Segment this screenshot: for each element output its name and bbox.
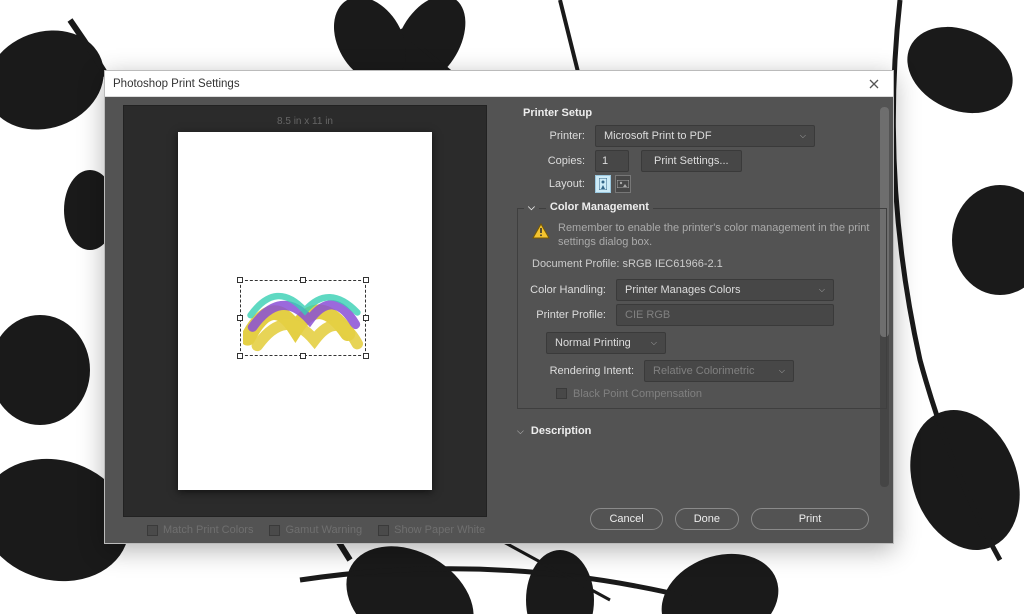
button-label: Print Settings... <box>654 155 729 167</box>
document-profile-label: Document Profile: <box>532 258 619 270</box>
preview-column: 8.5 in x 11 in <box>105 97 497 543</box>
layout-portrait-button[interactable] <box>595 175 611 193</box>
resize-handle[interactable] <box>300 353 306 359</box>
button-label: Print <box>799 513 822 525</box>
description-heading: Description <box>531 425 592 437</box>
checkbox-icon <box>556 388 567 399</box>
printer-setup-section: Printer Setup Printer: Microsoft Print t… <box>497 105 893 204</box>
collapse-icon[interactable]: ⌵ <box>517 426 524 437</box>
select-value: Microsoft Print to PDF <box>604 130 712 142</box>
select-value: CIE RGB <box>625 309 670 321</box>
collapse-icon[interactable]: ⌵ <box>524 202 539 213</box>
copies-label: Copies: <box>497 155 595 167</box>
color-management-heading: Color Management <box>546 201 653 213</box>
resize-handle[interactable] <box>363 353 369 359</box>
copies-input[interactable]: 1 <box>595 150 629 172</box>
printer-label: Printer: <box>497 130 595 142</box>
resize-handle[interactable] <box>237 277 243 283</box>
dialog-title: Photoshop Print Settings <box>113 78 863 90</box>
resize-handle[interactable] <box>237 353 243 359</box>
close-icon[interactable] <box>863 75 885 93</box>
layout-landscape-button[interactable] <box>615 175 631 193</box>
resize-handle[interactable] <box>237 315 243 321</box>
color-handling-label: Color Handling: <box>524 284 616 296</box>
rendering-intent-select: Relative Colorimetric ⌵ <box>644 360 794 382</box>
checkbox-label: Show Paper White <box>394 524 485 536</box>
description-section: ⌵ Description <box>497 425 893 437</box>
settings-column: Printer Setup Printer: Microsoft Print t… <box>497 97 893 543</box>
input-value: 1 <box>602 155 608 167</box>
show-paper-white-checkbox: Show Paper White <box>378 524 485 536</box>
checkbox-icon <box>378 525 389 536</box>
select-value: Normal Printing <box>555 337 631 349</box>
black-point-compensation-checkbox: Black Point Compensation <box>518 388 886 400</box>
layout-label: Layout: <box>497 178 595 190</box>
chevron-down-icon: ⌵ <box>651 338 657 348</box>
artwork-image <box>243 283 363 353</box>
button-label: Cancel <box>609 513 643 525</box>
color-handling-select[interactable]: Printer Manages Colors ⌵ <box>616 279 834 301</box>
match-print-colors-checkbox: Match Print Colors <box>147 524 253 536</box>
checkbox-icon <box>269 525 280 536</box>
dialog-buttons: Cancel Done Print <box>497 501 893 543</box>
print-settings-button[interactable]: Print Settings... <box>641 150 742 172</box>
print-preview-area: 8.5 in x 11 in <box>123 105 487 517</box>
color-management-warning: Remember to enable the printer's color m… <box>518 219 886 256</box>
document-profile-row: Document Profile: sRGB IEC61966-2.1 <box>518 256 886 276</box>
chevron-down-icon: ⌵ <box>800 131 806 141</box>
chevron-down-icon: ⌵ <box>819 285 825 295</box>
checkbox-label: Black Point Compensation <box>573 388 702 400</box>
rendering-intent-label: Rendering Intent: <box>542 365 644 377</box>
printer-profile-select: CIE RGB <box>616 304 834 326</box>
artwork-bounding-box[interactable] <box>240 280 366 356</box>
document-profile-value: sRGB IEC61966-2.1 <box>623 258 723 270</box>
printer-setup-heading: Printer Setup <box>523 107 869 119</box>
print-button[interactable]: Print <box>751 508 869 530</box>
paper-preview: 8.5 in x 11 in <box>178 132 432 490</box>
done-button[interactable]: Done <box>675 508 739 530</box>
printing-mode-select[interactable]: Normal Printing ⌵ <box>546 332 666 354</box>
button-label: Done <box>694 513 720 525</box>
checkbox-icon <box>147 525 158 536</box>
color-management-section: ⌵ Color Management Remember to enable th… <box>517 208 887 409</box>
resize-handle[interactable] <box>363 277 369 283</box>
print-settings-dialog: Photoshop Print Settings 8.5 in x 11 in <box>104 70 894 544</box>
resize-handle[interactable] <box>363 315 369 321</box>
checkbox-label: Match Print Colors <box>163 524 253 536</box>
checkbox-label: Gamut Warning <box>285 524 362 536</box>
warning-icon <box>532 223 550 239</box>
resize-handle[interactable] <box>300 277 306 283</box>
cancel-button[interactable]: Cancel <box>590 508 662 530</box>
select-value: Relative Colorimetric <box>653 365 754 377</box>
chevron-down-icon: ⌵ <box>779 366 785 376</box>
select-value: Printer Manages Colors <box>625 284 741 296</box>
portrait-icon <box>599 178 607 190</box>
printer-profile-label: Printer Profile: <box>524 309 616 321</box>
gamut-warning-checkbox: Gamut Warning <box>269 524 362 536</box>
titlebar: Photoshop Print Settings <box>105 71 893 97</box>
landscape-icon <box>617 180 629 188</box>
paper-dimensions-label: 8.5 in x 11 in <box>178 116 432 127</box>
warning-text: Remember to enable the printer's color m… <box>558 221 876 250</box>
printer-select[interactable]: Microsoft Print to PDF ⌵ <box>595 125 815 147</box>
preview-options-row: Match Print Colors Gamut Warning Show Pa… <box>105 517 497 543</box>
